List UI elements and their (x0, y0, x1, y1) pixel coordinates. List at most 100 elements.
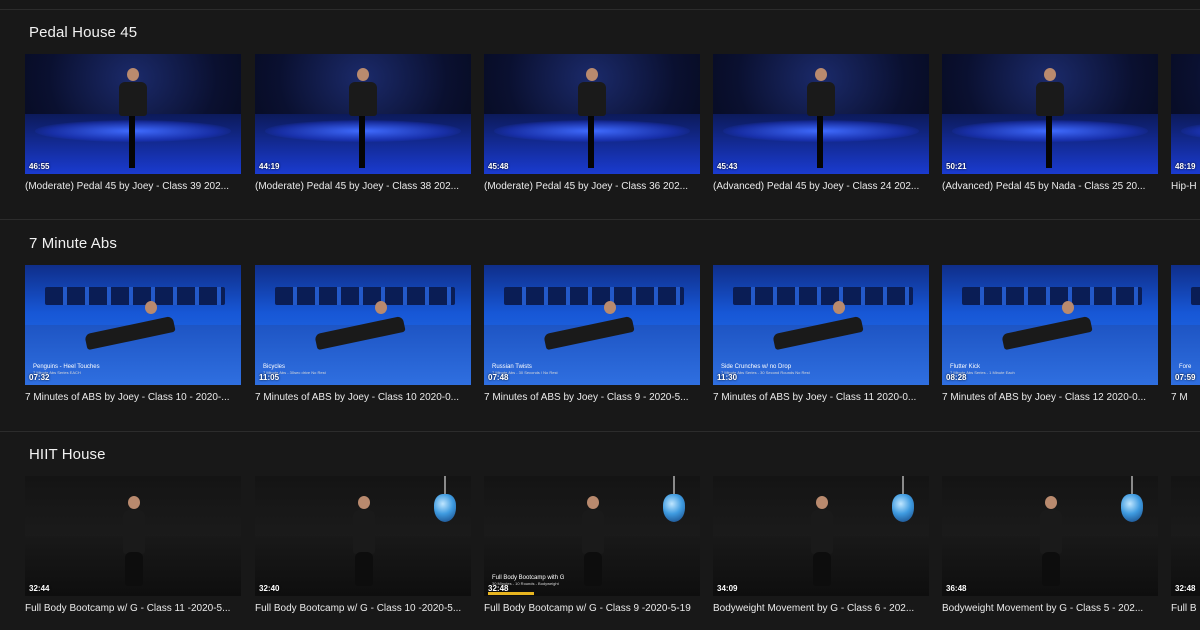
gym-equipment (275, 287, 455, 305)
video-card[interactable]: Bicycles 7 Minute Abs - 30sec drive No Re… (255, 265, 471, 403)
instructor-head (357, 68, 369, 81)
video-title[interactable]: Full Body Bootcamp w/ G - Class 9 -2020-… (484, 603, 700, 614)
video-title[interactable]: Bodyweight Movement by G - Class 5 - 202… (942, 603, 1158, 614)
bike-frame (817, 116, 823, 168)
video-thumbnail[interactable]: 46:55 (25, 54, 241, 174)
video-title[interactable]: (Moderate) Pedal 45 by Joey - Class 39 2… (25, 181, 241, 192)
video-thumbnail[interactable]: 45:48 (484, 54, 700, 174)
bag-chain (1131, 476, 1133, 496)
instructor-legs (355, 552, 373, 586)
video-card[interactable]: 48:19 Hip-H (1171, 54, 1200, 192)
video-card[interactable]: 46:55 (Moderate) Pedal 45 by Joey - Class… (25, 54, 241, 192)
video-thumbnail[interactable]: 36:48 (942, 476, 1158, 596)
video-card[interactable]: 36:48 Bodyweight Movement by G - Class 5 … (942, 476, 1158, 614)
bag-chain (673, 476, 675, 496)
video-title[interactable]: Full Body Bootcamp w/ G - Class 10 -2020… (255, 603, 471, 614)
instructor-head (815, 68, 827, 81)
duration-badge: 07:32 (29, 373, 50, 382)
video-card[interactable]: 32:44 Full Body Bootcamp w/ G - Class 11 … (25, 476, 241, 614)
video-card[interactable]: 45:48 (Moderate) Pedal 45 by Joey - Class… (484, 54, 700, 192)
video-thumbnail[interactable]: 32:44 (25, 476, 241, 596)
video-title[interactable]: (Advanced) Pedal 45 by Nada - Class 25 2… (942, 181, 1158, 192)
video-title[interactable]: 7 M (1171, 392, 1200, 403)
instructor-head (127, 68, 139, 81)
video-thumbnail[interactable]: Bicycles 7 Minute Abs - 30sec drive No Re… (255, 265, 471, 385)
thumbnail-caption: Fore (1179, 364, 1192, 370)
instructor-legs (584, 552, 602, 586)
duration-badge: 46:55 (29, 162, 50, 171)
instructor-figure (123, 510, 145, 554)
video-thumbnail[interactable]: 34:09 (713, 476, 929, 596)
punching-bag-icon (892, 494, 914, 522)
duration-badge: 32:44 (29, 584, 50, 593)
video-thumbnail[interactable]: Penguins - Heel Touches 7 Minute Abs Seri… (25, 265, 241, 385)
video-title[interactable]: Full B (1171, 603, 1200, 614)
video-title[interactable]: Full Body Bootcamp w/ G - Class 11 -2020… (25, 603, 241, 614)
video-card[interactable]: 32:48 Full B (1171, 476, 1200, 614)
gym-equipment (962, 287, 1142, 305)
bike-frame (129, 116, 135, 168)
shelf-title: 7 Minute Abs (29, 235, 117, 252)
video-card[interactable]: Russian Twists 7 Minute Abs - 30 Seconds … (484, 265, 700, 403)
video-thumbnail[interactable]: Fore 07:59 (1171, 265, 1200, 385)
instructor-legs (813, 552, 831, 586)
instructor-head (145, 301, 157, 314)
shelf-7-minute-abs: 7 Minute Abs Penguins - Heel Touches 7 Mi… (0, 235, 1200, 435)
video-card[interactable]: 34:09 Bodyweight Movement by G - Class 6 … (713, 476, 929, 614)
video-card[interactable]: 32:40 Full Body Bootcamp w/ G - Class 10 … (255, 476, 471, 614)
video-title[interactable]: (Moderate) Pedal 45 by Joey - Class 36 2… (484, 181, 700, 192)
shelf-pedal-house-45: Pedal House 45 46:55 (Moderate) Pedal 45 … (0, 24, 1200, 224)
duration-badge: 32:48 (1175, 584, 1196, 593)
duration-badge: 32:40 (259, 584, 280, 593)
video-card[interactable]: Penguins - Heel Touches 7 Minute Abs Seri… (25, 265, 241, 403)
bike-frame (588, 116, 594, 168)
instructor-legs (1042, 552, 1060, 586)
duration-badge: 45:48 (488, 162, 509, 171)
video-card[interactable]: Flutter Kick 7 Minute Abs Series - 1 Minu… (942, 265, 1158, 403)
video-card[interactable]: Fore 07:59 7 M (1171, 265, 1200, 403)
video-thumbnail[interactable]: Full Body Bootcamp with G 30 Minutes - 10… (484, 476, 700, 596)
gym-equipment (504, 287, 684, 305)
instructor-head (1062, 301, 1074, 314)
video-thumbnail[interactable]: 45:43 (713, 54, 929, 174)
video-card[interactable]: 50:21 (Advanced) Pedal 45 by Nada - Class… (942, 54, 1158, 192)
video-thumbnail[interactable]: 48:19 (1171, 54, 1200, 174)
video-card[interactable]: 44:19 (Moderate) Pedal 45 by Joey - Class… (255, 54, 471, 192)
bag-chain (444, 476, 446, 496)
video-thumbnail[interactable]: 50:21 (942, 54, 1158, 174)
duration-badge: 48:19 (1175, 162, 1196, 171)
video-thumbnail[interactable]: 32:48 (1171, 476, 1200, 596)
instructor-figure (1036, 82, 1064, 116)
video-thumbnail[interactable]: 32:40 (255, 476, 471, 596)
duration-badge: 34:09 (717, 584, 738, 593)
video-title[interactable]: 7 Minutes of ABS by Joey - Class 10 - 20… (25, 392, 241, 403)
video-title[interactable]: 7 Minutes of ABS by Joey - Class 12 2020… (942, 392, 1158, 403)
shelf-title: Pedal House 45 (29, 24, 138, 41)
duration-badge: 45:43 (717, 162, 738, 171)
video-title[interactable]: 7 Minutes of ABS by Joey - Class 9 - 202… (484, 392, 700, 403)
video-card[interactable]: 45:43 (Advanced) Pedal 45 by Joey - Class… (713, 54, 929, 192)
video-card[interactable]: Full Body Bootcamp with G 30 Minutes - 10… (484, 476, 700, 614)
video-thumbnail[interactable]: Side Crunches w/ no Drop 7 Minute Abs Ser… (713, 265, 929, 385)
video-card[interactable]: Side Crunches w/ no Drop 7 Minute Abs Ser… (713, 265, 929, 403)
instructor-head (1045, 496, 1057, 509)
gym-equipment (733, 287, 913, 305)
instructor-legs (125, 552, 143, 586)
video-title[interactable]: (Moderate) Pedal 45 by Joey - Class 38 2… (255, 181, 471, 192)
video-title[interactable]: Hip-H (1171, 181, 1200, 192)
instructor-head (128, 496, 140, 509)
duration-badge: 11:30 (717, 373, 738, 382)
divider (0, 219, 1200, 220)
video-title[interactable]: 7 Minutes of ABS by Joey - Class 10 2020… (255, 392, 471, 403)
video-thumbnail[interactable]: 44:19 (255, 54, 471, 174)
video-title[interactable]: Bodyweight Movement by G - Class 6 - 202… (713, 603, 929, 614)
instructor-head (587, 496, 599, 509)
instructor-figure (353, 510, 375, 554)
video-title[interactable]: 7 Minutes of ABS by Joey - Class 11 2020… (713, 392, 929, 403)
divider (0, 9, 1200, 10)
video-thumbnail[interactable]: Flutter Kick 7 Minute Abs Series - 1 Minu… (942, 265, 1158, 385)
instructor-figure (1040, 510, 1062, 554)
video-title[interactable]: (Advanced) Pedal 45 by Joey - Class 24 2… (713, 181, 929, 192)
instructor-figure (578, 82, 606, 116)
video-thumbnail[interactable]: Russian Twists 7 Minute Abs - 30 Seconds … (484, 265, 700, 385)
